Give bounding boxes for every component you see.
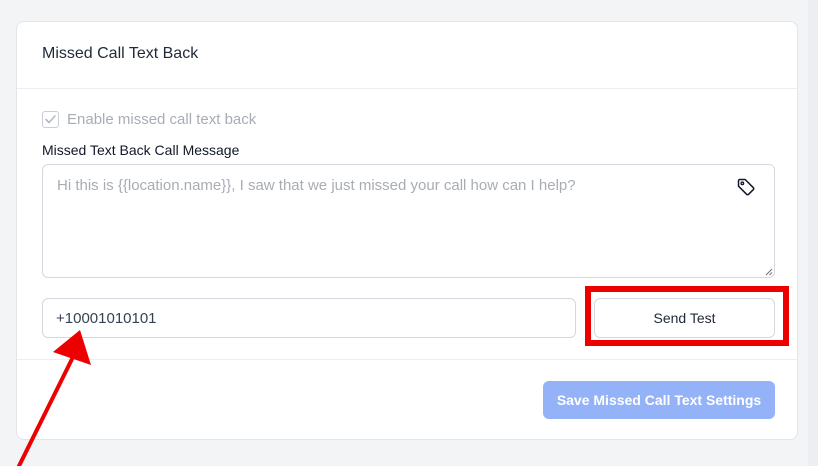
send-test-button[interactable]: Send Test [594, 298, 775, 338]
message-field-label: Missed Text Back Call Message [42, 142, 240, 158]
enable-missed-call-checkbox-row[interactable]: Enable missed call text back [42, 111, 256, 128]
card-header: Missed Call Text Back [17, 22, 797, 89]
footer-divider [17, 359, 797, 360]
tag-icon [737, 178, 755, 196]
missed-call-settings-card: Missed Call Text Back Enable missed call… [16, 21, 798, 440]
enable-missed-call-label: Enable missed call text back [67, 111, 257, 128]
test-phone-input[interactable] [42, 298, 576, 338]
save-settings-button[interactable]: Save Missed Call Text Settings [543, 381, 775, 419]
card-title: Missed Call Text Back [42, 45, 199, 62]
message-placeholder: Hi this is {{location.name}}, I saw that… [57, 177, 576, 194]
check-icon [45, 115, 56, 124]
insert-tag-button[interactable] [719, 166, 773, 208]
enable-missed-call-checkbox[interactable] [42, 111, 59, 128]
message-textarea[interactable]: Hi this is {{location.name}}, I saw that… [42, 164, 775, 278]
resize-handle-icon[interactable] [764, 267, 773, 276]
page-scrollbar[interactable] [808, 0, 818, 466]
